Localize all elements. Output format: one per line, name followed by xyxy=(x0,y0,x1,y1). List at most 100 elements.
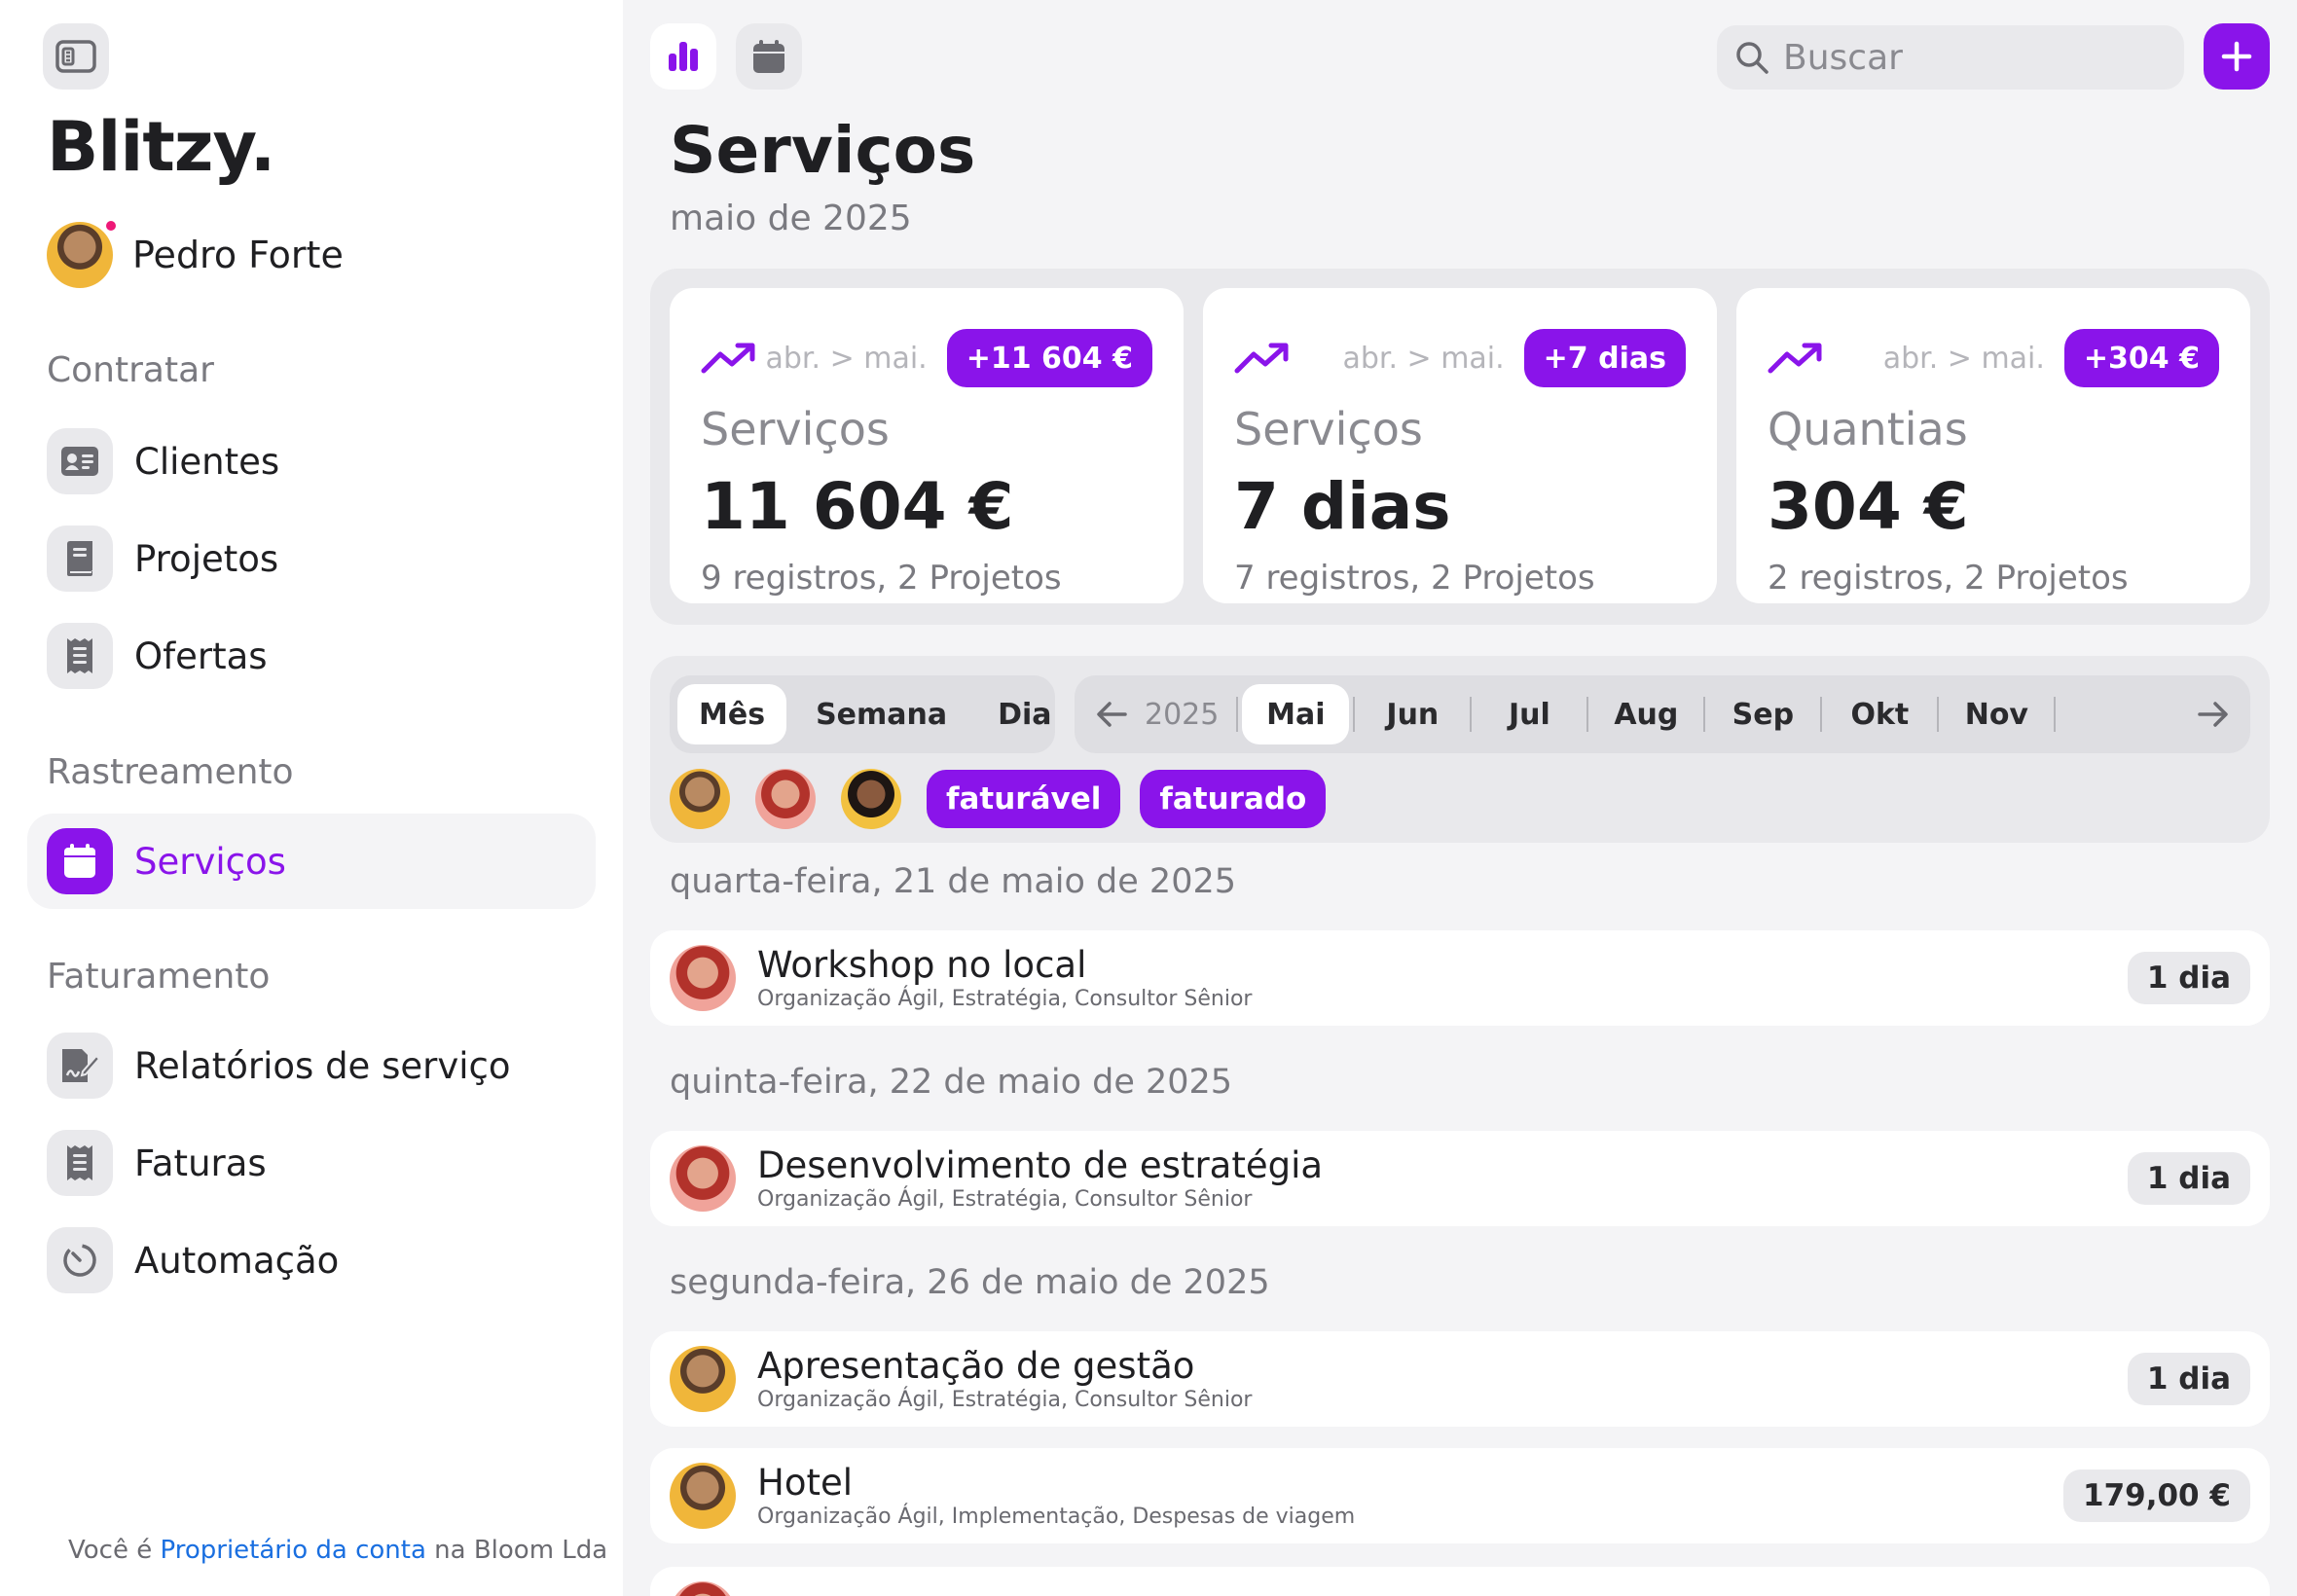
avatar xyxy=(670,1145,736,1212)
sidebar-toggle-icon xyxy=(55,40,96,73)
divider xyxy=(2054,697,2057,732)
month-aug[interactable]: Aug xyxy=(1592,684,1699,744)
entry-subtitle: Organização Ágil, Implementação, Despesa… xyxy=(757,1504,1356,1529)
search-input[interactable] xyxy=(1783,37,2153,78)
page-subtitle: maio de 2025 xyxy=(670,199,912,238)
month-mai[interactable]: Mai xyxy=(1242,684,1350,744)
filter-chip-billable[interactable]: faturável xyxy=(927,770,1121,828)
sidebar-toggle-button[interactable] xyxy=(43,23,109,90)
stat-card[interactable]: abr. > mai. +11 604 € Serviços 11 604 € … xyxy=(670,288,1184,603)
section-title-rastreamento: Rastreamento xyxy=(47,752,294,792)
month-jun[interactable]: Jun xyxy=(1359,684,1466,744)
user-profile[interactable]: Pedro Forte xyxy=(47,218,344,288)
calendar-view-button[interactable] xyxy=(736,23,802,90)
sidebar-item-label: Automação xyxy=(134,1239,340,1282)
stats-view-button[interactable] xyxy=(650,23,716,90)
month-jul[interactable]: Jul xyxy=(1476,684,1583,744)
avatar xyxy=(670,1581,736,1596)
arrow-left-icon xyxy=(1097,702,1127,727)
day-header: quarta-feira, 21 de maio de 2025 xyxy=(670,862,1236,901)
view-mode-day[interactable]: Dia xyxy=(976,684,1073,744)
divider xyxy=(1937,697,1940,732)
entry-title: Apresentação de gestão xyxy=(757,1344,1195,1387)
month-okt[interactable]: Okt xyxy=(1826,684,1933,744)
entry-title: Hotel xyxy=(757,1461,854,1504)
arrow-right-icon xyxy=(2198,702,2228,727)
footer-suffix: na Bloom Lda xyxy=(434,1536,608,1565)
user-name: Pedro Forte xyxy=(132,234,344,276)
filter-chip-billed[interactable]: faturado xyxy=(1140,770,1327,828)
list-item[interactable]: Apresentação de gestão Organização Ágil,… xyxy=(650,1331,2270,1427)
day-header: segunda-feira, 26 de maio de 2025 xyxy=(670,1263,1270,1302)
stat-delta-badge: +7 dias xyxy=(1523,329,1686,387)
add-button[interactable] xyxy=(2204,23,2270,90)
entry-amount: 179,00 € xyxy=(2063,1469,2250,1522)
search-icon xyxy=(1736,42,1768,74)
stat-period: abr. > mai. xyxy=(1882,341,2045,376)
search-bar[interactable] xyxy=(1717,25,2184,90)
view-mode-month[interactable]: Mês xyxy=(677,684,787,744)
filter-panel: Mês Semana Dia 2025 Mai Jun Jul Aug Sep … xyxy=(650,656,2270,843)
divider xyxy=(1353,697,1356,732)
sidebar-item-clientes[interactable]: Clientes xyxy=(27,414,596,509)
contact-card-icon xyxy=(47,428,113,494)
avatar-filter[interactable] xyxy=(841,769,901,829)
stats-cards: abr. > mai. +11 604 € Serviços 11 604 € … xyxy=(650,269,2270,625)
list-item[interactable]: Workshop no local Organização Ágil, Estr… xyxy=(650,930,2270,1026)
sidebar-item-projetos[interactable]: Projetos xyxy=(27,511,596,606)
avatar xyxy=(47,222,113,288)
divider xyxy=(1236,697,1239,732)
divider xyxy=(1703,697,1706,732)
view-mode-week[interactable]: Semana xyxy=(794,684,968,744)
calendar-icon xyxy=(47,828,113,894)
sidebar-item-ofertas[interactable]: Ofertas xyxy=(27,608,596,704)
stat-delta-badge: +11 604 € xyxy=(946,329,1152,387)
stat-meta: 9 registros, 2 Projetos xyxy=(701,559,1062,598)
month-selector: 2025 Mai Jun Jul Aug Sep Okt Nov xyxy=(1075,675,2250,753)
view-mode-switch: Mês Semana Dia xyxy=(670,675,1055,753)
sidebar-item-automacao[interactable]: Automação xyxy=(27,1213,596,1308)
avatar-filter[interactable] xyxy=(755,769,816,829)
list-item[interactable] xyxy=(650,1567,2270,1596)
previous-button[interactable] xyxy=(1082,684,1141,744)
avatar xyxy=(670,1346,736,1412)
receipt-icon xyxy=(47,623,113,689)
sidebar-item-label: Serviços xyxy=(134,840,286,883)
list-item[interactable]: Desenvolvimento de estratégia Organizaçã… xyxy=(650,1131,2270,1226)
stat-card[interactable]: abr. > mai. +7 dias Serviços 7 dias 7 re… xyxy=(1203,288,1717,603)
page-title: Serviços xyxy=(670,113,976,188)
account-owner-link[interactable]: Proprietário da conta xyxy=(161,1536,426,1565)
divider xyxy=(1586,697,1589,732)
divider xyxy=(1820,697,1823,732)
entry-title: Desenvolvimento de estratégia xyxy=(757,1143,1324,1186)
stat-value: 7 dias xyxy=(1234,469,1451,544)
month-nov[interactable]: Nov xyxy=(1943,684,2050,744)
trend-up-icon xyxy=(1768,343,1822,374)
book-icon xyxy=(47,526,113,592)
stat-label: Serviços xyxy=(1234,403,1423,455)
avatar xyxy=(670,1463,736,1529)
account-role-note: Você é Proprietário da conta na Bloom Ld… xyxy=(68,1536,607,1565)
bar-chart-icon xyxy=(669,42,698,71)
divider xyxy=(1470,697,1473,732)
sidebar-item-faturas[interactable]: Faturas xyxy=(27,1115,596,1211)
sidebar-item-servicos[interactable]: Serviços xyxy=(27,814,596,909)
sidebar-item-relatorios[interactable]: Relatórios de serviço xyxy=(27,1018,596,1113)
brand-logo: Blitzy. xyxy=(47,107,275,187)
stat-delta-badge: +304 € xyxy=(2063,329,2219,387)
section-title-faturamento: Faturamento xyxy=(47,957,271,997)
day-header: quinta-feira, 22 de maio de 2025 xyxy=(670,1063,1233,1102)
notification-dot xyxy=(103,218,119,234)
sidebar-item-label: Relatórios de serviço xyxy=(134,1044,511,1087)
section-title-contratar: Contratar xyxy=(47,350,214,390)
trend-up-icon xyxy=(701,343,755,374)
list-item[interactable]: Hotel Organização Ágil, Implementação, D… xyxy=(650,1448,2270,1543)
next-button[interactable] xyxy=(2184,684,2242,744)
sidebar-item-label: Faturas xyxy=(134,1142,267,1184)
month-sep[interactable]: Sep xyxy=(1709,684,1816,744)
stat-value: 304 € xyxy=(1768,469,1969,544)
avatar-filter[interactable] xyxy=(670,769,730,829)
stat-card[interactable]: abr. > mai. +304 € Quantias 304 € 2 regi… xyxy=(1736,288,2250,603)
entry-subtitle: Organização Ágil, Estratégia, Consultor … xyxy=(757,1186,1253,1212)
year-label: 2025 xyxy=(1145,697,1220,732)
